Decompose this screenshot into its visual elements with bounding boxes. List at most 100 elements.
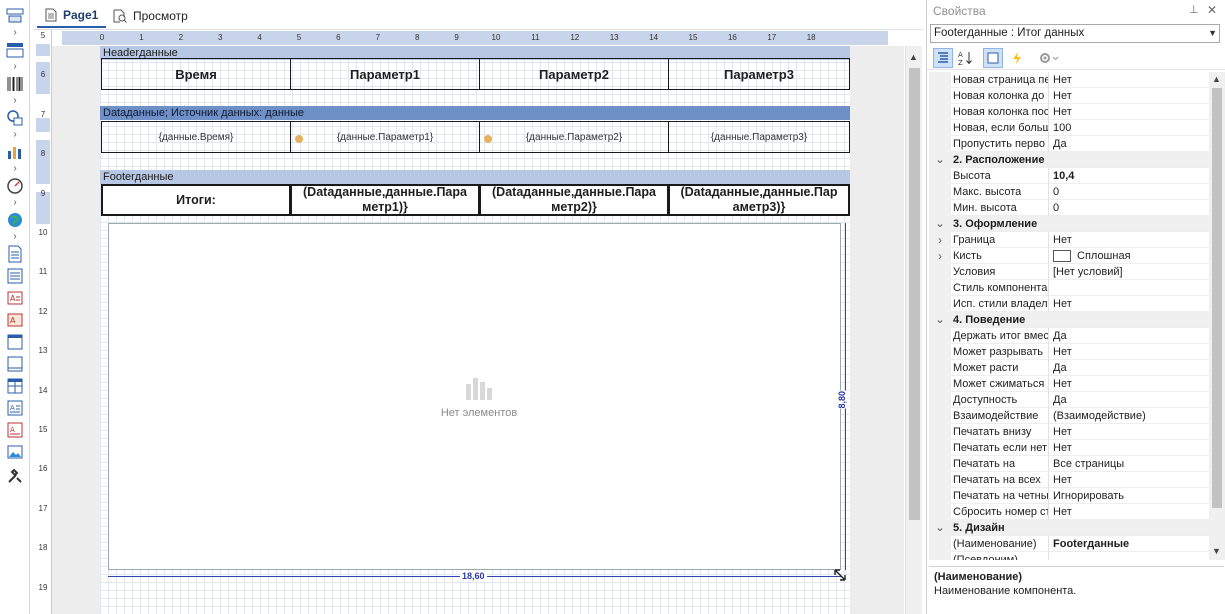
- header-cell-param2[interactable]: Параметр2: [479, 58, 669, 90]
- property-value[interactable]: [1053, 280, 1207, 296]
- toolbox-chart-button[interactable]: [5, 142, 25, 162]
- property-value[interactable]: Нет: [1053, 296, 1207, 312]
- property-row[interactable]: Сбросить номер ст Нет: [929, 504, 1209, 520]
- property-value[interactable]: Нет: [1053, 440, 1207, 456]
- collapse-chevron-icon[interactable]: ⌄: [929, 152, 951, 168]
- property-row[interactable]: Высота 10,4: [929, 168, 1209, 184]
- property-value[interactable]: 10,4: [1053, 168, 1207, 184]
- property-row[interactable]: Печатать на Все страницы: [929, 456, 1209, 472]
- pin-icon[interactable]: ⊥: [1189, 3, 1199, 16]
- expand-chevron-icon[interactable]: ›: [9, 232, 21, 242]
- footer-cell-aggregate[interactable]: {Min(Dataданные,данные.Параметр1)}: [290, 184, 480, 216]
- property-row[interactable]: › Граница Нет: [929, 232, 1209, 248]
- toolbox-report-button[interactable]: [5, 244, 25, 264]
- expand-chevron-icon[interactable]: ›: [929, 232, 951, 248]
- property-value[interactable]: Footerданные: [1053, 536, 1207, 552]
- property-scroll-thumb[interactable]: [1212, 88, 1222, 508]
- property-row[interactable]: Держать итог вмес Да: [929, 328, 1209, 344]
- collapse-chevron-icon[interactable]: ⌄: [929, 312, 951, 328]
- toolbox-data-band-button[interactable]: [5, 40, 25, 60]
- header-cell-time[interactable]: Время: [101, 58, 291, 90]
- property-row[interactable]: Может расти Да: [929, 360, 1209, 376]
- expand-chevron-icon[interactable]: ›: [9, 130, 21, 140]
- toolbox-list-button[interactable]: [5, 266, 25, 286]
- property-row[interactable]: Макс. высота 0: [929, 184, 1209, 200]
- property-row[interactable]: Условия [Нет условий]: [929, 264, 1209, 280]
- scroll-up-icon[interactable]: ▲: [909, 52, 918, 62]
- property-row[interactable]: (Псевдоним): [929, 552, 1209, 560]
- toolbox-panel-button[interactable]: [5, 332, 25, 352]
- property-row[interactable]: Новая страница пе Нет: [929, 72, 1209, 88]
- collapse-chevron-icon[interactable]: ⌄: [929, 216, 951, 232]
- property-row[interactable]: › Кисть Сплошная: [929, 248, 1209, 264]
- property-category[interactable]: ⌄ 4. Поведение: [929, 312, 1209, 328]
- property-value[interactable]: Сплошная: [1053, 248, 1207, 264]
- property-row[interactable]: Может сжиматься Нет: [929, 376, 1209, 392]
- expand-chevron-icon[interactable]: ›: [9, 62, 21, 72]
- report-page[interactable]: Headerданные Время Параметр1 Параметр2 П…: [100, 46, 850, 614]
- property-value[interactable]: Нет: [1053, 232, 1207, 248]
- property-value[interactable]: Нет: [1053, 88, 1207, 104]
- property-row[interactable]: Печатать на четны Игнорировать: [929, 488, 1209, 504]
- property-row[interactable]: Новая, если больш 100: [929, 120, 1209, 136]
- expand-chevron-icon[interactable]: ›: [9, 28, 21, 38]
- property-value[interactable]: Нет: [1053, 504, 1207, 520]
- property-category[interactable]: ⌄ 3. Оформление: [929, 216, 1209, 232]
- toolbox-checkbox-text-button[interactable]: A: [5, 420, 25, 440]
- property-row[interactable]: (Наименование) Footerданные: [929, 536, 1209, 552]
- toolbox-map-button[interactable]: [5, 210, 25, 230]
- property-grid-scrollbar[interactable]: ▲ ▼: [1209, 72, 1225, 560]
- property-row[interactable]: Мин. высота 0: [929, 200, 1209, 216]
- resize-handle-icon[interactable]: [833, 568, 847, 582]
- property-value[interactable]: Нет: [1053, 344, 1207, 360]
- property-value[interactable]: Все страницы: [1053, 456, 1207, 472]
- property-value[interactable]: (Взаимодействие): [1053, 408, 1207, 424]
- property-row[interactable]: Новая колонка пос Нет: [929, 104, 1209, 120]
- expand-chevron-icon[interactable]: ›: [9, 198, 21, 208]
- settings-dropdown-button[interactable]: [1035, 48, 1063, 68]
- property-value[interactable]: [Нет условий]: [1053, 264, 1207, 280]
- property-row[interactable]: Доступность Да: [929, 392, 1209, 408]
- properties-view-button[interactable]: [983, 48, 1003, 68]
- property-value[interactable]: Нет: [1053, 376, 1207, 392]
- property-value[interactable]: Нет: [1053, 472, 1207, 488]
- property-row[interactable]: Взаимодействие (Взаимодействие): [929, 408, 1209, 424]
- footer-cell-aggregate[interactable]: {Max(Dataданные,данные.Параметр2)}: [479, 184, 669, 216]
- toolbox-image-button[interactable]: [5, 442, 25, 462]
- toolbox-rich-text-button[interactable]: A: [5, 398, 25, 418]
- toolbox-page-header-band-button[interactable]: [5, 6, 25, 26]
- property-row[interactable]: Печатать на всех Нет: [929, 472, 1209, 488]
- container-panel[interactable]: Нет элементов: [108, 223, 841, 570]
- toolbox-table-button[interactable]: [5, 376, 25, 396]
- scroll-down-icon[interactable]: ▼: [1212, 546, 1221, 556]
- property-value[interactable]: 100: [1053, 120, 1207, 136]
- property-row[interactable]: Стиль компонента: [929, 280, 1209, 296]
- design-canvas[interactable]: Headerданные Время Параметр1 Параметр2 П…: [52, 46, 904, 614]
- toolbox-shapes-button[interactable]: [5, 108, 25, 128]
- object-selector[interactable]: Footerданные : Итог данных ▼: [930, 24, 1220, 43]
- expand-chevron-icon[interactable]: ›: [9, 164, 21, 174]
- data-cell-param2[interactable]: {данные.Параметр2}: [479, 121, 669, 153]
- events-button[interactable]: [1007, 48, 1027, 68]
- toolbox-gauge-button[interactable]: [5, 176, 25, 196]
- property-value[interactable]: [1053, 552, 1207, 560]
- property-row[interactable]: Новая колонка до Нет: [929, 88, 1209, 104]
- expand-chevron-icon[interactable]: ›: [9, 96, 21, 106]
- canvas-vertical-scrollbar[interactable]: ▲: [905, 46, 922, 614]
- property-value[interactable]: 0: [1053, 200, 1207, 216]
- data-cell-time[interactable]: {данные.Время}: [101, 121, 291, 153]
- scroll-up-icon[interactable]: ▲: [1212, 74, 1221, 84]
- property-value[interactable]: Да: [1053, 360, 1207, 376]
- property-value[interactable]: Нет: [1053, 104, 1207, 120]
- toolbox-text-in-cells-button[interactable]: A: [5, 310, 25, 330]
- property-row[interactable]: Может разрывать Нет: [929, 344, 1209, 360]
- toolbox-barcode-button[interactable]: [5, 74, 25, 94]
- toolbox-tools-button[interactable]: [5, 466, 25, 486]
- close-icon[interactable]: ✕: [1207, 3, 1217, 17]
- toolbox-text-button[interactable]: A: [5, 288, 25, 308]
- property-value[interactable]: Игнорировать: [1053, 488, 1207, 504]
- property-value[interactable]: Да: [1053, 392, 1207, 408]
- categorized-button[interactable]: [933, 48, 953, 68]
- expand-chevron-icon[interactable]: ›: [929, 248, 951, 264]
- tab-preview[interactable]: Просмотр: [105, 4, 196, 28]
